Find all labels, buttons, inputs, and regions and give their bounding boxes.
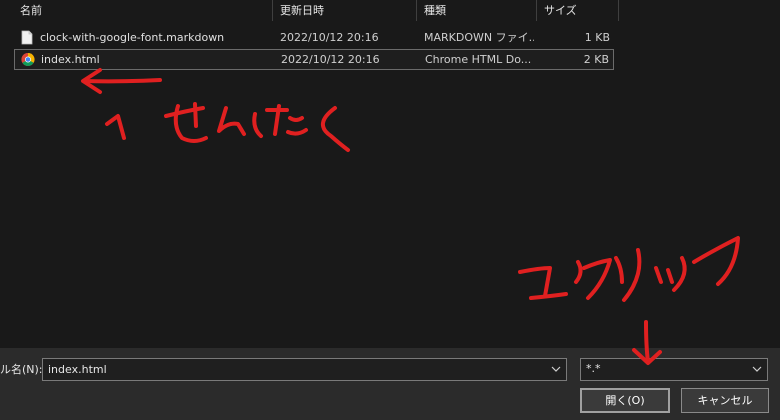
file-size: 1 KB xyxy=(584,31,610,44)
column-divider[interactable] xyxy=(416,0,417,21)
column-header-row: 名前 更新日時 種類 サイズ xyxy=(0,0,619,21)
file-date: 2022/10/12 20:16 xyxy=(280,31,379,44)
file-type: MARKDOWN ファイ... xyxy=(424,31,534,44)
chevron-down-icon[interactable] xyxy=(751,363,763,375)
column-divider[interactable] xyxy=(536,0,537,21)
column-divider[interactable] xyxy=(618,0,619,21)
column-header-date[interactable]: 更新日時 xyxy=(274,0,416,21)
chrome-icon xyxy=(21,53,35,67)
file-type: Chrome HTML Do... xyxy=(425,53,532,66)
handwritten-select-annotation xyxy=(105,102,350,152)
filetype-select[interactable]: *.* xyxy=(580,358,768,381)
column-header-size[interactable]: サイズ xyxy=(538,0,618,21)
cancel-button[interactable]: キャンセル xyxy=(681,388,769,413)
arrow-left-annotation xyxy=(81,68,162,94)
file-name: clock-with-google-font.markdown xyxy=(40,31,225,44)
bottom-panel: ル名(N): index.html *.* 開く(O) キャンセル xyxy=(0,348,780,420)
document-icon xyxy=(21,30,33,45)
file-name: index.html xyxy=(41,53,100,66)
chevron-down-icon[interactable] xyxy=(550,363,562,375)
filename-label: ル名(N): xyxy=(0,363,43,376)
column-header-name[interactable]: 名前 xyxy=(14,0,272,21)
file-size: 2 KB xyxy=(583,53,609,66)
filetype-value: *.* xyxy=(586,362,601,375)
file-date: 2022/10/12 20:16 xyxy=(281,53,380,66)
filename-input[interactable]: index.html xyxy=(42,358,567,381)
file-row-markdown[interactable]: clock-with-google-font.markdown 2022/10/… xyxy=(14,28,614,49)
handwritten-click-annotation xyxy=(518,236,740,302)
column-header-type[interactable]: 種類 xyxy=(418,0,536,21)
file-row-index-html[interactable]: index.html 2022/10/12 20:16 Chrome HTML … xyxy=(14,49,614,70)
column-divider[interactable] xyxy=(272,0,273,21)
open-button[interactable]: 開く(O) xyxy=(580,388,670,413)
filename-value[interactable]: index.html xyxy=(48,359,107,380)
